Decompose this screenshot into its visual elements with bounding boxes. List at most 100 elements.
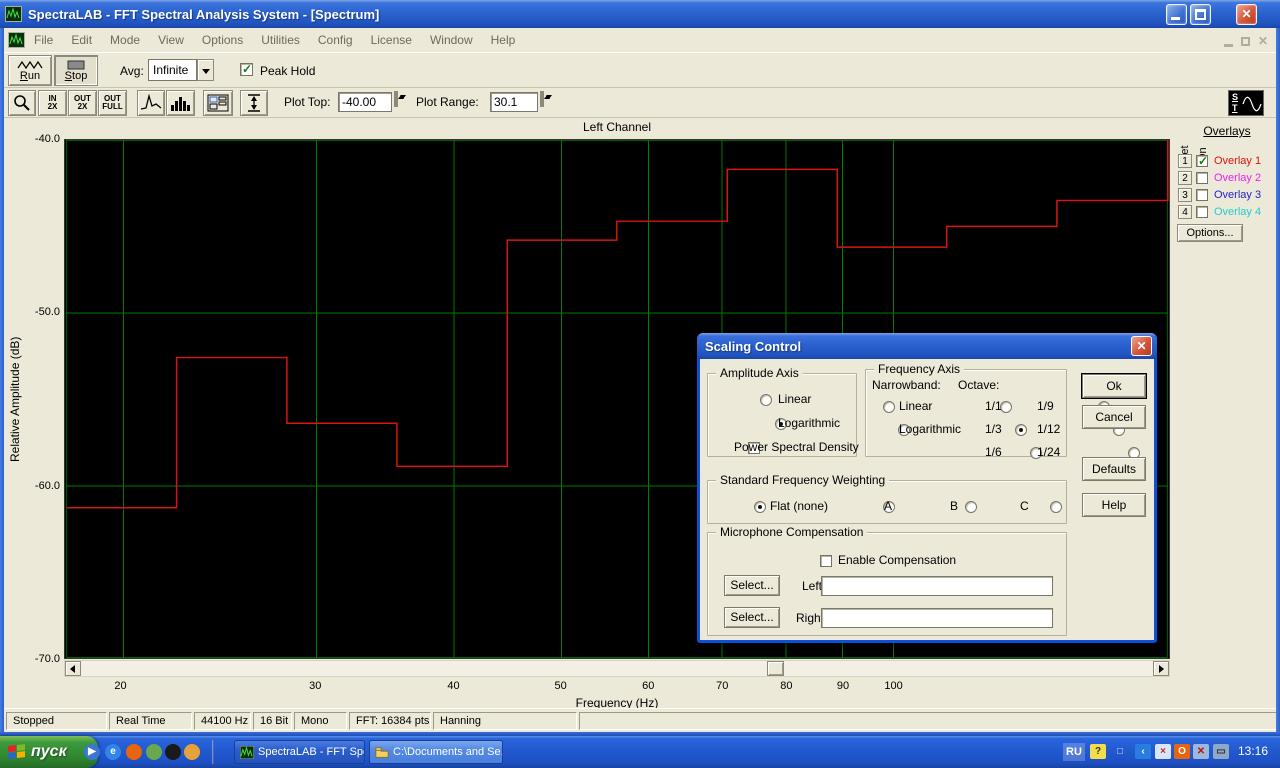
select-right-button[interactable]: Select... [724,607,780,628]
plot-range-input[interactable]: 30.1 [490,92,538,112]
weighting-c-radio[interactable] [1050,501,1062,513]
menu-utilities[interactable]: Utilities [252,30,309,50]
menu-help[interactable]: Help [482,30,525,50]
dialog-title-bar[interactable]: Scaling Control ✕ [697,333,1157,359]
media-player-icon[interactable]: ▶ [84,744,100,760]
clock-icon[interactable] [184,744,200,760]
maximize-button[interactable] [1190,4,1211,25]
peak-hold-checkbox[interactable] [240,63,253,76]
menu-license[interactable]: License [362,30,421,50]
x-tick-label: 100 [874,680,914,692]
menu-mode[interactable]: Mode [101,30,149,50]
overlay-on-checkbox[interactable] [1196,172,1208,184]
task-button-spectralab[interactable]: SpectraLAB - FFT Spe... [234,740,365,764]
zoom-out-2x-button[interactable]: OUT2X [68,90,97,116]
autoscale-button[interactable] [240,90,268,116]
status-panel: 16 Bit [253,712,292,730]
x-tick-label: 90 [823,680,863,692]
scroll-left-icon[interactable] [65,661,81,676]
peak-hold-label: Peak Hold [260,64,315,78]
bar-display-button[interactable] [166,90,195,116]
window-switch-icon[interactable]: □ [1112,744,1128,759]
menu-options[interactable]: Options [193,30,252,50]
amplitude-linear-radio[interactable] [760,394,772,406]
freq-linear-radio[interactable] [883,401,895,413]
opera-icon[interactable]: O [1174,744,1190,759]
menu-config[interactable]: Config [309,30,362,50]
overlay-on-checkbox[interactable] [1196,189,1208,201]
zoom-cursor-button[interactable] [8,90,36,116]
display-options-button[interactable] [203,90,233,116]
run-button[interactable]: Run [8,55,52,86]
mic-left-input[interactable] [821,576,1053,596]
plot-top-spinner[interactable] [394,92,406,106]
internet-explorer-icon[interactable]: e [105,744,121,760]
overlay-set-button[interactable]: 1 [1178,154,1192,168]
x-tick-label: 30 [295,680,335,692]
overlay-set-button[interactable]: 2 [1178,171,1192,185]
dialog-body: Amplitude Axis Linear Logarithmic Power … [700,359,1154,640]
picture-icon[interactable] [146,744,162,760]
frequency-axis-title: Frequency Axis [874,362,964,376]
overlay-on-checkbox[interactable] [1196,206,1208,218]
menu-edit[interactable]: Edit [62,30,101,50]
cancel-button[interactable]: Cancel [1082,405,1146,429]
menu-view[interactable]: View [149,30,193,50]
overlay-on-checkbox[interactable] [1196,155,1208,167]
stop-button[interactable]: Stop [54,55,98,86]
title-bar[interactable]: SpectraLAB - FFT Spectral Analysis Syste… [0,0,1280,28]
help-button[interactable]: Help [1082,493,1146,517]
audio-muted-icon[interactable]: × [1155,744,1171,759]
enable-compensation-checkbox[interactable] [820,555,832,567]
ok-button[interactable]: Ok [1082,374,1146,398]
overlay-options-button[interactable]: Options... [1177,224,1243,242]
weighting-flat-radio[interactable] [754,501,766,513]
spectrum-view: Left Channel Relative Amplitude (dB) -40… [0,118,1280,708]
octave-1-3-radio[interactable] [1015,424,1027,436]
peak-display-button[interactable] [137,90,165,116]
defaults-button[interactable]: Defaults [1082,457,1146,481]
chevron-down-icon[interactable] [197,59,214,81]
mdi-child-icon[interactable] [8,32,25,48]
mdi-close-icon[interactable]: ✕ [1258,34,1268,48]
dialog-close-icon[interactable]: ✕ [1131,336,1152,356]
signal-generator-button[interactable]: S T [1228,90,1264,116]
network-error-icon[interactable]: ✕ [1193,744,1209,759]
overlay-set-button[interactable]: 3 [1178,188,1192,202]
help-icon[interactable]: ? [1090,744,1106,759]
cat-icon[interactable] [165,744,181,760]
overlay-label: Overlay 4 [1214,206,1261,218]
plot-range-spinner[interactable] [540,92,552,106]
browser-orange-icon[interactable] [126,744,142,760]
menu-file[interactable]: File [25,30,62,50]
mdi-minimize-icon[interactable] [1224,44,1233,47]
menu-window[interactable]: Window [421,30,482,50]
avg-label: Avg: [120,64,144,78]
overlay-set-button[interactable]: 4 [1178,205,1192,219]
horizontal-scrollbar[interactable] [64,660,1170,677]
zoom-out-full-button[interactable]: OUTFULL [98,90,127,116]
mic-compensation-group: Microphone Compensation Enable Compensat… [707,532,1067,636]
status-bar: StoppedReal Time44100 Hz16 BitMonoFFT: 1… [4,708,1276,732]
minimize-button[interactable] [1166,4,1187,25]
language-indicator[interactable]: RU [1063,743,1085,761]
y-tick-label: -40.0 [16,133,60,145]
amplitude-axis-group: Amplitude Axis Linear Logarithmic Power … [707,373,857,457]
weighting-b-radio[interactable] [965,501,977,513]
back-icon[interactable]: ‹ [1135,744,1151,759]
close-button[interactable]: ✕ [1236,4,1257,25]
mdi-restore-icon[interactable] [1241,37,1250,46]
overlay-label: Overlay 3 [1214,189,1261,201]
spin-down-icon[interactable] [542,91,544,107]
scroll-right-icon[interactable] [1153,661,1169,676]
zoom-in-2x-button[interactable]: IN2X [38,90,67,116]
task-button-explorer[interactable]: C:\Documents and Se... [369,740,503,764]
scrollbar-thumb[interactable] [767,661,784,676]
plot-top-input[interactable]: -40.00 [338,92,392,112]
mic-right-input[interactable] [821,608,1053,628]
display-icon[interactable]: ▭ [1213,744,1229,759]
panels-icon [207,94,229,112]
spin-down-icon[interactable] [396,91,398,107]
select-left-button[interactable]: Select... [724,575,780,596]
task-label: C:\Documents and Se... [393,746,503,758]
